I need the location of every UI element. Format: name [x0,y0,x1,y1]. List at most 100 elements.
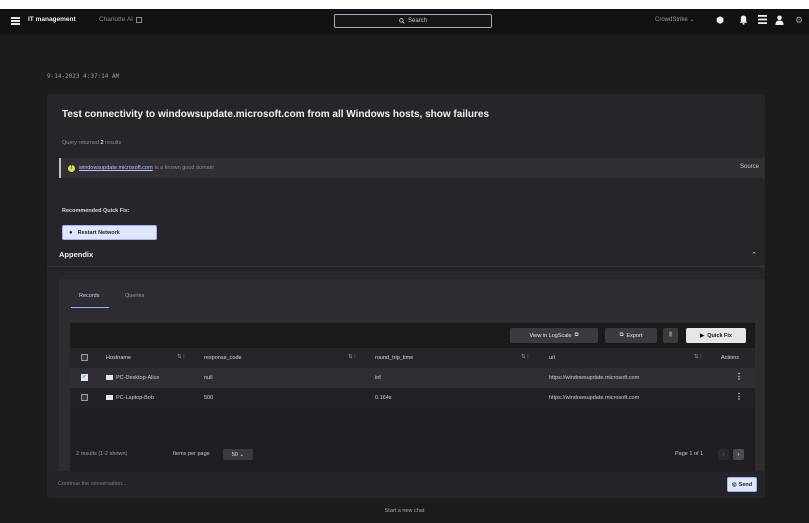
chevron-down-icon: ⌄ [239,451,245,458]
chevron-left-icon: ‹ [722,451,725,458]
query-returned-suffix: results [105,140,122,146]
app-screen: IT management Charlotte AI Search CrowdS… [0,9,809,523]
top-bar: IT management Charlotte AI Search CrowdS… [0,9,809,34]
app-title: IT management [28,16,76,23]
items-per-page-select[interactable]: 50 ⌄ [223,449,253,460]
sort-icon[interactable]: ⇅ ⁞ [177,354,185,360]
source-link[interactable]: Source [740,164,759,170]
charlotte-ai-link[interactable]: Charlotte AI [99,16,142,23]
results-count-value: 2 results [76,451,97,457]
prev-page-button[interactable]: ‹ [718,449,729,460]
url-cell: https://windowsupdate.microsoft.com [549,375,640,381]
play-icon: ▶ [700,332,705,339]
info-icon: ! [68,164,75,172]
response-code-cell: 500 [204,395,214,401]
quick-fix-label: Recommended Quick Fix: [62,208,130,214]
tab-records[interactable]: Records [79,293,99,299]
computer-icon [106,375,113,380]
search-bar[interactable]: Search [334,14,492,28]
external-link-icon: ⧉ [574,332,579,338]
results-count: 2 results (1-2 shown) [76,451,127,457]
row-actions-icon[interactable]: ⋮ [735,372,743,381]
quick-fix-button[interactable]: ▶ Quick Fix [686,328,746,343]
search-icon [399,18,405,24]
column-header-hostname[interactable]: Hostname [106,355,131,361]
hostname-cell: PC-Desktop-Alice [106,375,159,381]
hostname-value: PC-Desktop-Alice [116,375,160,381]
hostname-cell: PC-Laptop-Bob [106,395,154,401]
apps-icon[interactable] [757,15,767,25]
chat-bar: ◎ Send [47,471,765,498]
domain-info-text: is a known good domain [154,165,214,171]
restart-network-button[interactable]: ● Restart Network [62,225,157,240]
chat-input[interactable] [58,481,558,487]
row-checkbox[interactable]: ✓ [81,374,88,381]
panel-icon [135,16,142,23]
response-card: Test connectivity to windowsupdate.micro… [47,94,765,489]
row-checkbox[interactable] [81,394,88,401]
restart-network-label: Restart Network [77,229,120,236]
view-in-logscale-label: View in LogScale [529,332,572,339]
tenant-label: CrowdStrike [655,17,688,23]
sort-icon[interactable]: ⇅ ⁞ [348,354,356,360]
appendix-title: Appendix [59,250,94,259]
appendix-divider [47,266,765,267]
select-all-checkbox[interactable] [81,354,88,361]
falcon-icon[interactable]: ⬢ [715,15,725,25]
table-header: Hostname ⇅ ⁞ response_code ⇅ ⁞ round_tri… [70,348,755,368]
sort-icon[interactable]: ⇅ ⁞ [694,354,702,360]
export-label: Export [626,332,643,339]
results-shown: (1-2 shown) [98,451,128,457]
domain-info-banner: ! windowsupdate.microsoft.com is a known… [59,158,765,178]
table-row[interactable]: ✓ PC-Desktop-Alice null inf https://wind… [70,368,755,388]
round-trip-time-cell: inf [375,375,381,381]
domain-link[interactable]: windowsupdate.microsoft.com [79,165,153,171]
records-table: View in LogScale ⧉ ⧉ Export ⫼ ▶ Quick Fi… [70,323,755,475]
round-trip-time-cell: 0.164s [375,395,392,401]
row-actions-icon[interactable]: ⋮ [735,392,743,401]
column-header-actions: Actions [721,355,740,361]
send-label: Send [738,481,753,488]
table-toolbar: View in LogScale ⧉ ⧉ Export ⫼ ▶ Quick Fi… [70,323,755,348]
column-header-round-trip-time[interactable]: round_trip_time [375,355,413,361]
table-row[interactable]: PC-Laptop-Bob 500 0.164s https://windows… [70,388,755,408]
menu-icon[interactable] [11,17,20,25]
sort-icon[interactable]: ⇅ ⁞ [521,354,529,360]
column-header-response-code[interactable]: response_code [204,355,242,361]
columns-icon: ⫼ [669,332,672,338]
export-button[interactable]: ⧉ Export [605,328,657,343]
url-cell: https://windowsupdate.microsoft.com [549,395,640,401]
columns-button[interactable]: ⫼ [663,328,678,343]
items-per-page-value: 50 [231,451,238,458]
chevron-down-icon: ⌄ [689,17,695,23]
charlotte-ai-label: Charlotte AI [99,16,133,23]
table-footer: 2 results (1-2 shown) Items per page 50 … [70,445,755,464]
active-tab-indicator [71,307,109,308]
column-header-url[interactable]: url [549,355,555,361]
items-per-page-label: Items per page [173,451,210,457]
quick-fix-button-label: Quick Fix [707,332,732,339]
message-timestamp: 9-14-2023 4:37:14 AM [47,73,120,80]
chevron-up-icon[interactable]: ⌃ [751,251,757,259]
settings-icon[interactable]: ⚙ [794,15,804,25]
send-button[interactable]: ◎ Send [727,477,757,492]
question-text: Test connectivity to windowsupdate.micro… [62,109,490,120]
lightning-icon: ● [69,229,73,236]
user-icon[interactable] [774,15,784,25]
next-page-button[interactable]: › [733,449,744,460]
search-label: Search [407,18,427,24]
export-icon: ⧉ [619,332,624,338]
tenant-selector[interactable]: CrowdStrike ⌄ [655,16,694,23]
view-in-logscale-button[interactable]: View in LogScale ⧉ [510,328,598,343]
query-returned-prefix: Query returned [62,140,99,146]
tab-queries[interactable]: Queries [125,293,144,299]
chevron-right-icon: › [737,451,740,458]
response-code-cell: null [204,375,213,381]
query-returned-count: 2 [100,140,104,146]
bell-icon[interactable] [738,15,748,25]
hostname-value: PC-Laptop-Bob [116,395,154,401]
send-icon: ◎ [731,481,737,488]
start-new-chat-link[interactable]: Start a new chat [0,508,809,514]
query-returned-text: Query returned 2 results [62,140,121,146]
appendix-panel: Records Queries View in LogScale ⧉ ⧉ Exp… [59,279,765,477]
